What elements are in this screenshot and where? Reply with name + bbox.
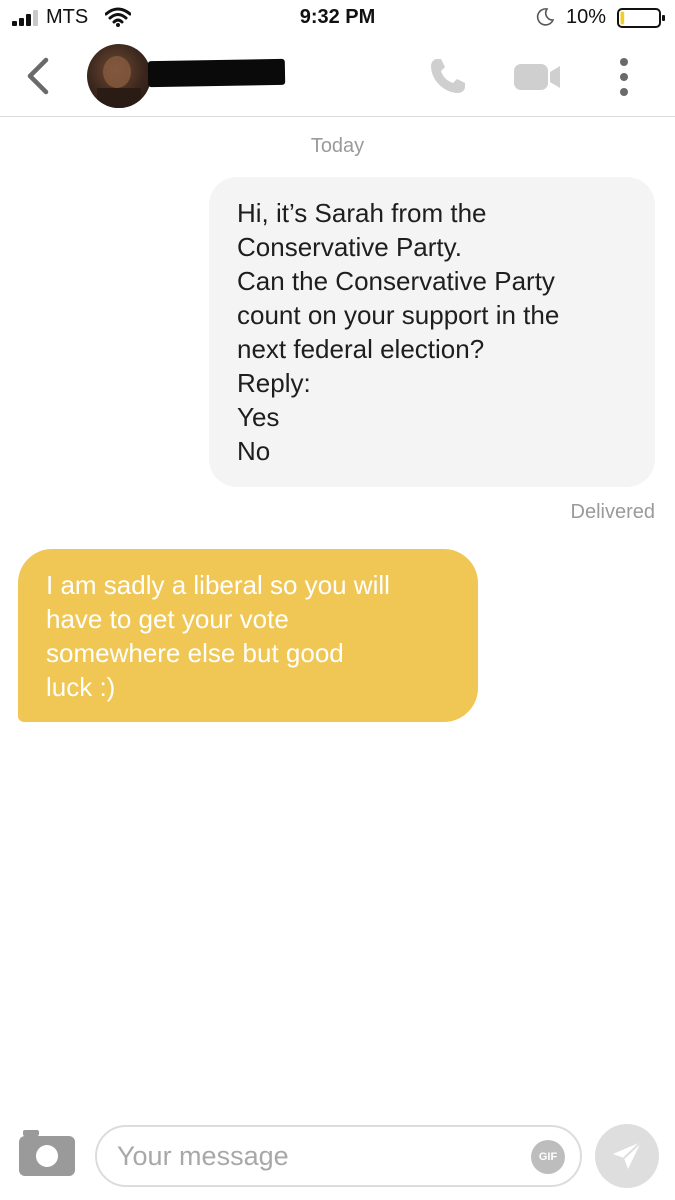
phone-icon[interactable]	[428, 56, 468, 96]
message-line: somewhere else but good	[46, 638, 344, 668]
camera-icon[interactable]	[19, 1130, 75, 1176]
battery-icon	[617, 8, 665, 28]
message-line: No	[237, 436, 271, 466]
moon-icon	[536, 8, 554, 26]
send-icon	[613, 1141, 642, 1169]
message-line: next federal election?	[237, 334, 485, 364]
message-line: Reply:	[237, 368, 311, 398]
message-line: Can the Conservative Party	[237, 266, 555, 296]
message-line: Yes	[237, 402, 280, 432]
message-line: Hi, it’s Sarah from the	[237, 198, 487, 228]
message-line: count on your support in the	[237, 300, 560, 330]
message-line: have to get your vote	[46, 604, 289, 634]
send-button[interactable]	[595, 1124, 659, 1188]
conversation-header	[0, 38, 675, 117]
message-composer: GIF	[0, 1110, 675, 1200]
more-vertical-icon[interactable]	[612, 56, 636, 98]
outgoing-message-bubble[interactable]: Hi, it’s Sarah from the Conservative Par…	[209, 177, 655, 487]
avatar[interactable]	[87, 44, 151, 108]
message-line: luck :)	[46, 672, 116, 702]
redacted-contact-name	[147, 58, 286, 88]
message-input[interactable]	[95, 1125, 582, 1187]
status-bar: MTS 9:32 PM 10%	[0, 0, 675, 38]
message-line: I am sadly a liberal so you will	[46, 570, 390, 600]
incoming-message-bubble[interactable]: I am sadly a liberal so you will have to…	[18, 549, 478, 722]
delivery-status: Delivered	[570, 501, 655, 523]
video-camera-icon[interactable]	[512, 60, 562, 94]
back-chevron-icon[interactable]	[18, 54, 58, 98]
date-separator: Today	[310, 135, 365, 157]
battery-percent: 10%	[566, 6, 607, 28]
gif-button[interactable]: GIF	[531, 1140, 565, 1174]
message-line: Conservative Party.	[237, 232, 462, 262]
